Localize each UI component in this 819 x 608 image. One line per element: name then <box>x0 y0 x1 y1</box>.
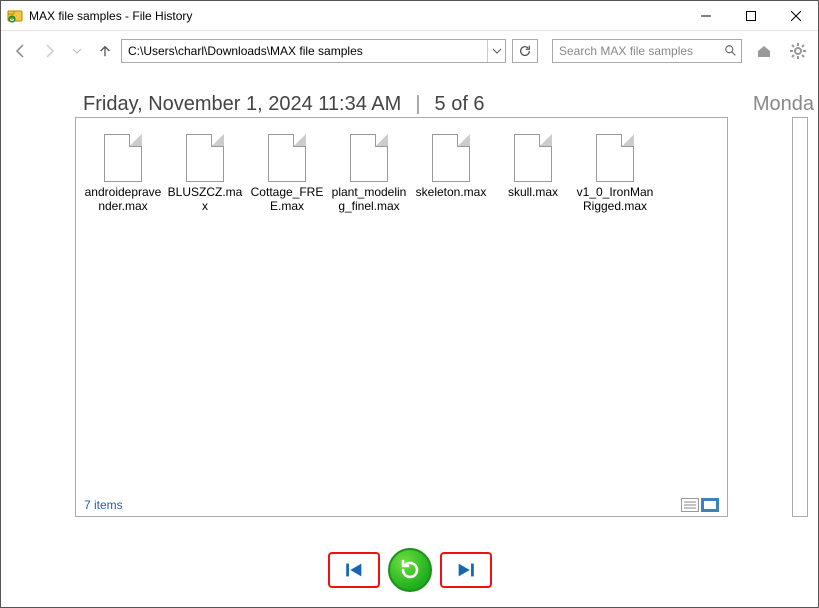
file-item[interactable]: androidepravender.max <box>82 128 164 220</box>
search-input[interactable] <box>553 44 720 58</box>
item-count: 7 items <box>84 498 123 512</box>
search-icon[interactable] <box>720 44 741 58</box>
details-view-button[interactable] <box>681 498 699 512</box>
file-icon <box>432 134 470 182</box>
recent-dropdown[interactable] <box>65 39 89 63</box>
app-icon <box>7 8 23 24</box>
file-icon <box>350 134 388 182</box>
previous-version-button[interactable] <box>328 552 380 588</box>
file-name: BLUSZCZ.max <box>166 186 244 214</box>
file-item[interactable]: Cottage_FREE.max <box>246 128 328 220</box>
main-area: Friday, November 1, 2024 11:34 AM | 5 of… <box>1 71 818 541</box>
search-box[interactable] <box>552 39 742 63</box>
file-icon <box>514 134 552 182</box>
home-icon[interactable] <box>752 39 776 63</box>
position-label: 5 of 6 <box>435 93 485 116</box>
file-name: skeleton.max <box>416 186 487 200</box>
address-dropdown[interactable] <box>487 40 505 62</box>
maximize-button[interactable] <box>728 1 773 31</box>
file-grid: androidepravender.maxBLUSZCZ.maxCottage_… <box>82 128 721 220</box>
thumbnail-view-button[interactable] <box>701 498 719 512</box>
file-item[interactable]: skeleton.max <box>410 128 492 220</box>
file-icon <box>268 134 306 182</box>
status-bar: 7 items <box>84 498 719 512</box>
address-bar[interactable] <box>121 39 506 63</box>
file-item[interactable]: BLUSZCZ.max <box>164 128 246 220</box>
minimize-button[interactable] <box>683 1 728 31</box>
timestamp-label: Friday, November 1, 2024 11:34 AM <box>83 93 401 116</box>
file-name: v1_0_IronManRigged.max <box>576 186 654 214</box>
next-version-peek: Monda <box>753 93 814 116</box>
up-button[interactable] <box>93 39 117 63</box>
file-panel: androidepravender.maxBLUSZCZ.maxCottage_… <box>75 117 728 517</box>
file-item[interactable]: plant_modeling_finel.max <box>328 128 410 220</box>
forward-button[interactable] <box>37 39 61 63</box>
file-name: plant_modeling_finel.max <box>330 186 408 214</box>
gear-icon[interactable] <box>786 39 810 63</box>
refresh-button[interactable] <box>512 39 538 63</box>
close-button[interactable] <box>773 1 818 31</box>
version-header: Friday, November 1, 2024 11:34 AM | 5 of… <box>83 93 738 116</box>
address-input[interactable] <box>122 44 487 58</box>
file-icon <box>104 134 142 182</box>
next-panel-peek[interactable] <box>792 117 808 517</box>
titlebar: MAX file samples - File History <box>1 1 818 31</box>
next-version-button[interactable] <box>440 552 492 588</box>
window-title: MAX file samples - File History <box>29 9 683 23</box>
toolbar <box>1 31 818 71</box>
file-item[interactable]: v1_0_IronManRigged.max <box>574 128 656 220</box>
file-name: androidepravender.max <box>84 186 162 214</box>
file-icon <box>186 134 224 182</box>
file-name: Cottage_FREE.max <box>248 186 326 214</box>
restore-button[interactable] <box>388 548 432 592</box>
file-item[interactable]: skull.max <box>492 128 574 220</box>
file-icon <box>596 134 634 182</box>
navigation-controls <box>0 548 819 592</box>
file-name: skull.max <box>508 186 558 200</box>
view-toggle <box>681 498 719 512</box>
back-button[interactable] <box>9 39 33 63</box>
